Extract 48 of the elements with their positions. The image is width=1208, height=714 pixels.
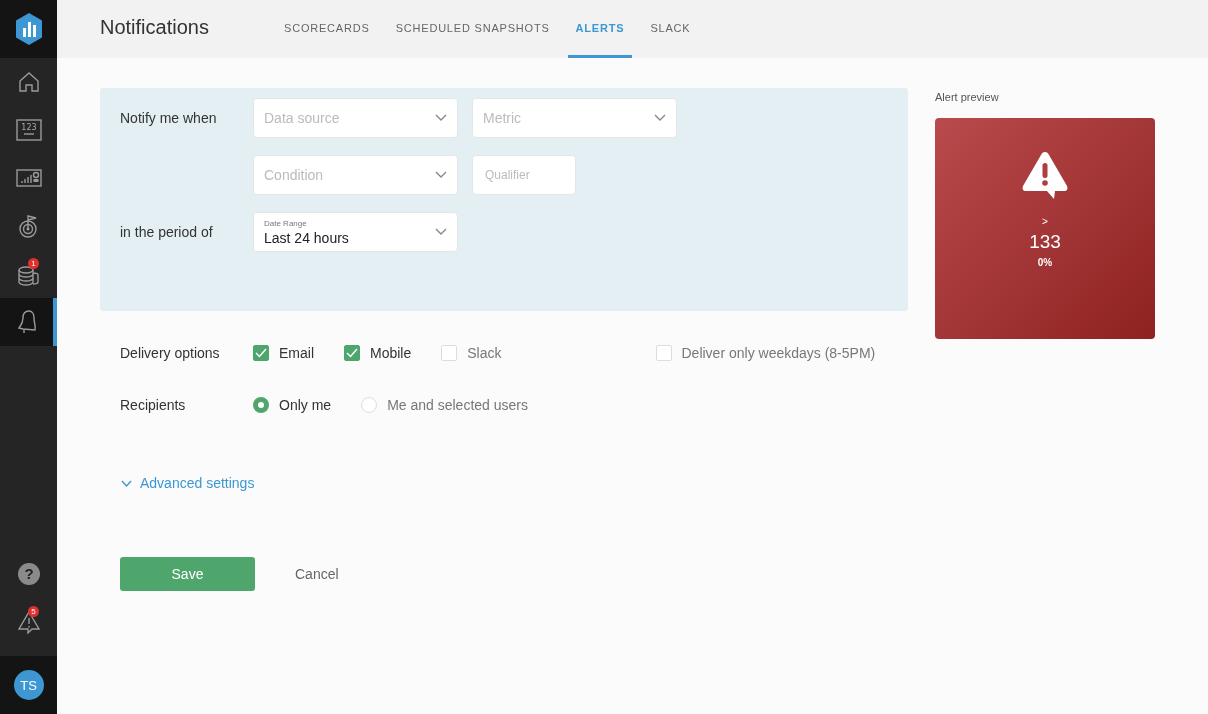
checkbox[interactable] (344, 345, 360, 361)
target-icon (17, 214, 40, 238)
nav-item[interactable] (0, 298, 57, 346)
advanced-settings-link[interactable]: Advanced settings (121, 475, 255, 491)
radio-button[interactable] (253, 397, 269, 413)
radio-label: Me and selected users (387, 397, 528, 413)
checkbox[interactable] (253, 345, 269, 361)
input-field[interactable]: Qualifier (472, 155, 576, 195)
nav-item[interactable]: 5 (0, 598, 57, 646)
tab[interactable]: SCORECARDS (276, 0, 378, 58)
number-card-icon: 123 (15, 119, 42, 141)
chevron-down-icon (435, 171, 447, 179)
comparison-operator: > (1042, 216, 1048, 227)
dashboard-icon (15, 169, 42, 187)
dropdown[interactable]: Date Range Last 24 hours (253, 212, 458, 252)
notification-badge: 1 (28, 258, 39, 269)
warning-icon (16, 610, 41, 634)
chevron-down-icon (435, 228, 447, 236)
checkbox-label: Email (279, 345, 314, 361)
chevron-down-icon (435, 114, 447, 122)
tab[interactable]: SCHEDULED SNAPSHOTS (387, 0, 558, 58)
field-label: Delivery options (120, 345, 221, 361)
checkbox-label: Slack (467, 345, 502, 361)
alert-value: 133 (1029, 231, 1061, 253)
preview-title: Alert preview (935, 91, 1000, 103)
warning-icon (1021, 150, 1069, 200)
page-title: Notifications (100, 15, 210, 39)
checkbox-label: Deliver only weekdays (8-5PM) (681, 345, 876, 361)
chevron-down-icon (654, 114, 666, 122)
tab[interactable]: SLACK (642, 0, 699, 58)
help-icon: ? (17, 563, 40, 585)
tab[interactable]: ALERTS (567, 0, 633, 58)
home-icon (16, 70, 41, 94)
nav-item[interactable]: ? (0, 550, 57, 598)
nav-item[interactable]: 123 (0, 106, 57, 154)
nav-item[interactable]: 1 (0, 250, 57, 298)
field-label: Recipients (120, 397, 187, 413)
field-label: in the period of (120, 224, 213, 240)
notification-badge: 5 (28, 606, 39, 617)
field-label: Notify me when (120, 110, 217, 126)
radio-label: Only me (279, 397, 332, 413)
cancel-button[interactable]: Cancel (295, 566, 339, 582)
percent-change: 0% (1037, 257, 1053, 268)
logo-icon[interactable] (13, 12, 44, 46)
chevron-down-icon (121, 479, 132, 487)
user-avatar[interactable]: TS (13, 670, 44, 700)
save-button[interactable]: Save (120, 557, 255, 591)
checkbox-label: Mobile (370, 345, 412, 361)
